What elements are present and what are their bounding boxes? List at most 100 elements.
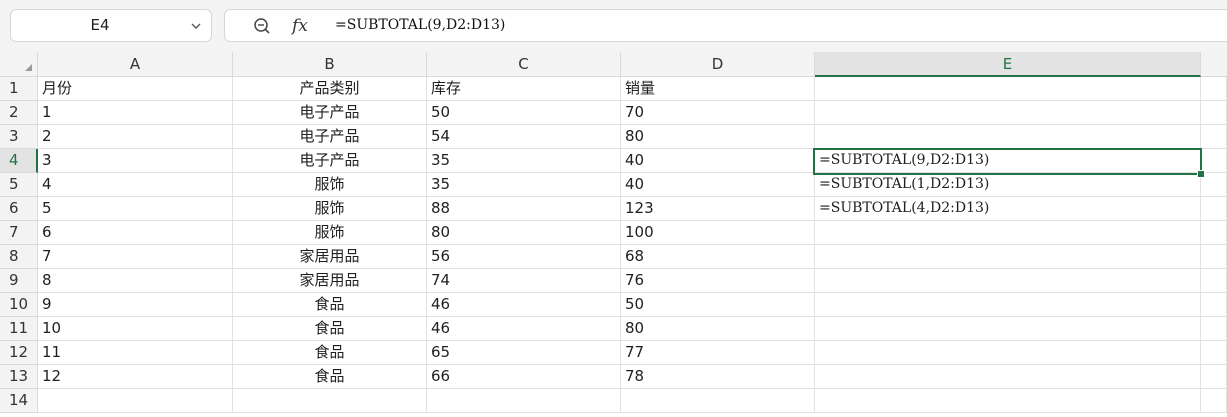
cell-c8[interactable]: 56 xyxy=(427,245,621,269)
cell-b9[interactable]: 家居用品 xyxy=(233,269,427,293)
row-header-4[interactable]: 4 xyxy=(0,149,38,173)
cell-c12[interactable]: 65 xyxy=(427,341,621,365)
fill-handle[interactable] xyxy=(1197,170,1205,178)
cell-a11[interactable]: 10 xyxy=(38,317,233,341)
cell-a2[interactable]: 1 xyxy=(38,101,233,125)
cell-e2[interactable] xyxy=(815,101,1201,125)
cell-a3[interactable]: 2 xyxy=(38,125,233,149)
cell-a4[interactable]: 3 xyxy=(38,149,233,173)
cell-d6[interactable]: 123 xyxy=(621,197,815,221)
cell-d11[interactable]: 80 xyxy=(621,317,815,341)
cell-e8[interactable] xyxy=(815,245,1201,269)
cell-d9[interactable]: 76 xyxy=(621,269,815,293)
cell-d3[interactable]: 80 xyxy=(621,125,815,149)
cell-b13[interactable]: 食品 xyxy=(233,365,427,389)
cell-c13[interactable]: 66 xyxy=(427,365,621,389)
row-header-5[interactable]: 5 xyxy=(0,173,38,197)
cell-c7[interactable]: 80 xyxy=(427,221,621,245)
cell-empty[interactable] xyxy=(1201,365,1227,389)
cell-b7[interactable]: 服饰 xyxy=(233,221,427,245)
row-header-8[interactable]: 8 xyxy=(0,245,38,269)
cell-b3[interactable]: 电子产品 xyxy=(233,125,427,149)
zoom-icon[interactable] xyxy=(253,17,271,35)
column-header-c[interactable]: C xyxy=(427,52,621,77)
cell-empty[interactable] xyxy=(1201,221,1227,245)
cell-c6[interactable]: 88 xyxy=(427,197,621,221)
cell-empty[interactable] xyxy=(1201,125,1227,149)
cell-e7[interactable] xyxy=(815,221,1201,245)
row-header-14[interactable]: 14 xyxy=(0,389,38,413)
formula-input[interactable]: fx =SUBTOTAL(9,D2:D13) xyxy=(224,9,1227,42)
select-all-corner[interactable] xyxy=(0,52,38,77)
row-header-2[interactable]: 2 xyxy=(0,101,38,125)
cell-a6[interactable]: 5 xyxy=(38,197,233,221)
cell-a7[interactable]: 6 xyxy=(38,221,233,245)
cell-b14[interactable] xyxy=(233,389,427,413)
row-header-6[interactable]: 6 xyxy=(0,197,38,221)
fx-icon[interactable]: fx xyxy=(292,13,308,39)
cell-a8[interactable]: 7 xyxy=(38,245,233,269)
cell-b6[interactable]: 服饰 xyxy=(233,197,427,221)
cell-e1[interactable] xyxy=(815,77,1201,101)
cell-c9[interactable]: 74 xyxy=(427,269,621,293)
cell-e12[interactable] xyxy=(815,341,1201,365)
cell-c11[interactable]: 46 xyxy=(427,317,621,341)
cell-e3[interactable] xyxy=(815,125,1201,149)
cell-e10[interactable] xyxy=(815,293,1201,317)
cell-d1[interactable]: 销量 xyxy=(621,77,815,101)
cell-empty[interactable] xyxy=(1201,317,1227,341)
cell-d5[interactable]: 40 xyxy=(621,173,815,197)
cell-c14[interactable] xyxy=(427,389,621,413)
cell-d14[interactable] xyxy=(621,389,815,413)
cell-d10[interactable]: 50 xyxy=(621,293,815,317)
cell-c2[interactable]: 50 xyxy=(427,101,621,125)
cell-d13[interactable]: 78 xyxy=(621,365,815,389)
cell-d12[interactable]: 77 xyxy=(621,341,815,365)
cell-c1[interactable]: 库存 xyxy=(427,77,621,101)
row-header-11[interactable]: 11 xyxy=(0,317,38,341)
cell-e14[interactable] xyxy=(815,389,1201,413)
cell-c10[interactable]: 46 xyxy=(427,293,621,317)
cell-e4[interactable]: =SUBTOTAL(9,D2:D13) xyxy=(815,149,1201,173)
cell-empty[interactable] xyxy=(1201,197,1227,221)
chevron-down-icon[interactable] xyxy=(191,21,201,31)
cell-b11[interactable]: 食品 xyxy=(233,317,427,341)
formula-text[interactable]: =SUBTOTAL(9,D2:D13) xyxy=(335,10,505,41)
cell-e11[interactable] xyxy=(815,317,1201,341)
cell-empty[interactable] xyxy=(1201,341,1227,365)
cell-b12[interactable]: 食品 xyxy=(233,341,427,365)
name-box[interactable]: E4 xyxy=(10,9,212,42)
cell-c3[interactable]: 54 xyxy=(427,125,621,149)
cell-e13[interactable] xyxy=(815,365,1201,389)
column-header-e[interactable]: E xyxy=(815,52,1201,77)
cell-empty[interactable] xyxy=(1201,293,1227,317)
cell-c5[interactable]: 35 xyxy=(427,173,621,197)
cell-b4[interactable]: 电子产品 xyxy=(233,149,427,173)
cell-b5[interactable]: 服饰 xyxy=(233,173,427,197)
cell-d7[interactable]: 100 xyxy=(621,221,815,245)
cell-empty[interactable] xyxy=(1201,77,1227,101)
cell-d8[interactable]: 68 xyxy=(621,245,815,269)
cell-d4[interactable]: 40 xyxy=(621,149,815,173)
cell-a12[interactable]: 11 xyxy=(38,341,233,365)
cell-a1[interactable]: 月份 xyxy=(38,77,233,101)
cell-empty[interactable] xyxy=(1201,389,1227,413)
cell-b10[interactable]: 食品 xyxy=(233,293,427,317)
column-header-d[interactable]: D xyxy=(621,52,815,77)
cell-a10[interactable]: 9 xyxy=(38,293,233,317)
cell-empty[interactable] xyxy=(1201,101,1227,125)
row-header-3[interactable]: 3 xyxy=(0,125,38,149)
cell-b8[interactable]: 家居用品 xyxy=(233,245,427,269)
cell-d2[interactable]: 70 xyxy=(621,101,815,125)
cell-b2[interactable]: 电子产品 xyxy=(233,101,427,125)
row-header-9[interactable]: 9 xyxy=(0,269,38,293)
column-header-b[interactable]: B xyxy=(233,52,427,77)
cell-a13[interactable]: 12 xyxy=(38,365,233,389)
cell-a9[interactable]: 8 xyxy=(38,269,233,293)
cell-empty[interactable] xyxy=(1201,269,1227,293)
cell-b1[interactable]: 产品类别 xyxy=(233,77,427,101)
cell-empty[interactable] xyxy=(1201,245,1227,269)
cell-e9[interactable] xyxy=(815,269,1201,293)
row-header-10[interactable]: 10 xyxy=(0,293,38,317)
column-header-a[interactable]: A xyxy=(38,52,233,77)
